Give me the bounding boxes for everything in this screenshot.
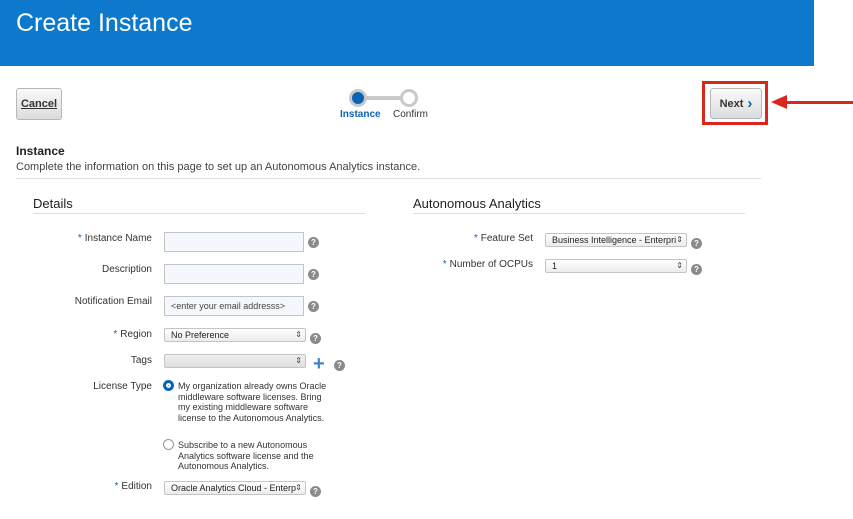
train-stop-instance[interactable] [349,89,367,107]
section-description: Complete the information on this page to… [16,161,421,173]
section-divider [16,178,761,179]
callout-arrow-icon [771,95,787,109]
add-tag-icon[interactable]: + [313,354,325,374]
help-icon[interactable]: ? [334,360,345,371]
train-stop-confirm[interactable] [400,89,418,107]
train-label-confirm[interactable]: Confirm [393,109,428,120]
required-marker: * [113,329,118,340]
select-arrows-icon: ⇕ [676,235,683,244]
help-icon[interactable]: ? [308,301,319,312]
details-divider [33,213,365,214]
tags-select[interactable]: ⇕ [164,354,306,368]
license-byol-text[interactable]: My organization already owns Oracle midd… [178,381,328,423]
callout-highlight-box [702,81,768,125]
help-icon[interactable]: ? [310,333,321,344]
ocpus-select[interactable]: 1 ⇕ [545,259,687,273]
required-marker: * [77,233,82,244]
select-arrows-icon: ⇕ [295,330,302,339]
license-subscribe-radio[interactable] [163,439,174,450]
license-subscribe-text[interactable]: Subscribe to a new Autonomous Analytics … [178,440,318,472]
instance-name-input[interactable] [164,232,304,252]
license-byol-radio[interactable] [163,380,174,391]
train-connector [366,96,404,100]
cancel-button[interactable]: Cancel [16,88,62,120]
section-title: Instance [16,144,65,158]
page-title: Create Instance [16,9,193,37]
help-icon[interactable]: ? [308,237,319,248]
select-arrows-icon: ⇕ [295,483,302,492]
page-header: Create Instance [0,0,814,66]
feature-set-label: * Feature Set [473,233,533,244]
description-label: Description [101,264,152,275]
callout-arrow-shaft [786,101,853,104]
notification-email-label: Notification Email [74,296,152,307]
feature-set-select[interactable]: Business Intelligence - Enterpri ⇕ [545,233,687,247]
train-label-instance[interactable]: Instance [340,109,381,120]
region-label: * Region [113,329,152,340]
tags-label: Tags [130,355,152,366]
ocpus-label: * Number of OCPUs [442,259,533,270]
description-input[interactable] [164,264,304,284]
help-icon[interactable]: ? [691,238,702,249]
help-icon[interactable]: ? [310,486,321,497]
required-marker: * [442,259,447,270]
region-select[interactable]: No Preference ⇕ [164,328,306,342]
notification-email-input[interactable]: <enter your email addresss> [164,296,304,316]
instance-name-label: * Instance Name [77,233,152,244]
edition-label: * Edition [114,481,152,492]
required-marker: * [473,233,478,244]
help-icon[interactable]: ? [308,269,319,280]
select-arrows-icon: ⇕ [295,356,302,365]
edition-select[interactable]: Oracle Analytics Cloud - Enterp ⇕ [164,481,306,495]
analytics-divider [413,213,745,214]
license-type-label: License Type [93,381,152,392]
details-panel-title: Details [33,196,73,211]
required-marker: * [114,481,119,492]
analytics-panel-title: Autonomous Analytics [413,196,541,211]
help-icon[interactable]: ? [691,264,702,275]
select-arrows-icon: ⇕ [676,261,683,270]
